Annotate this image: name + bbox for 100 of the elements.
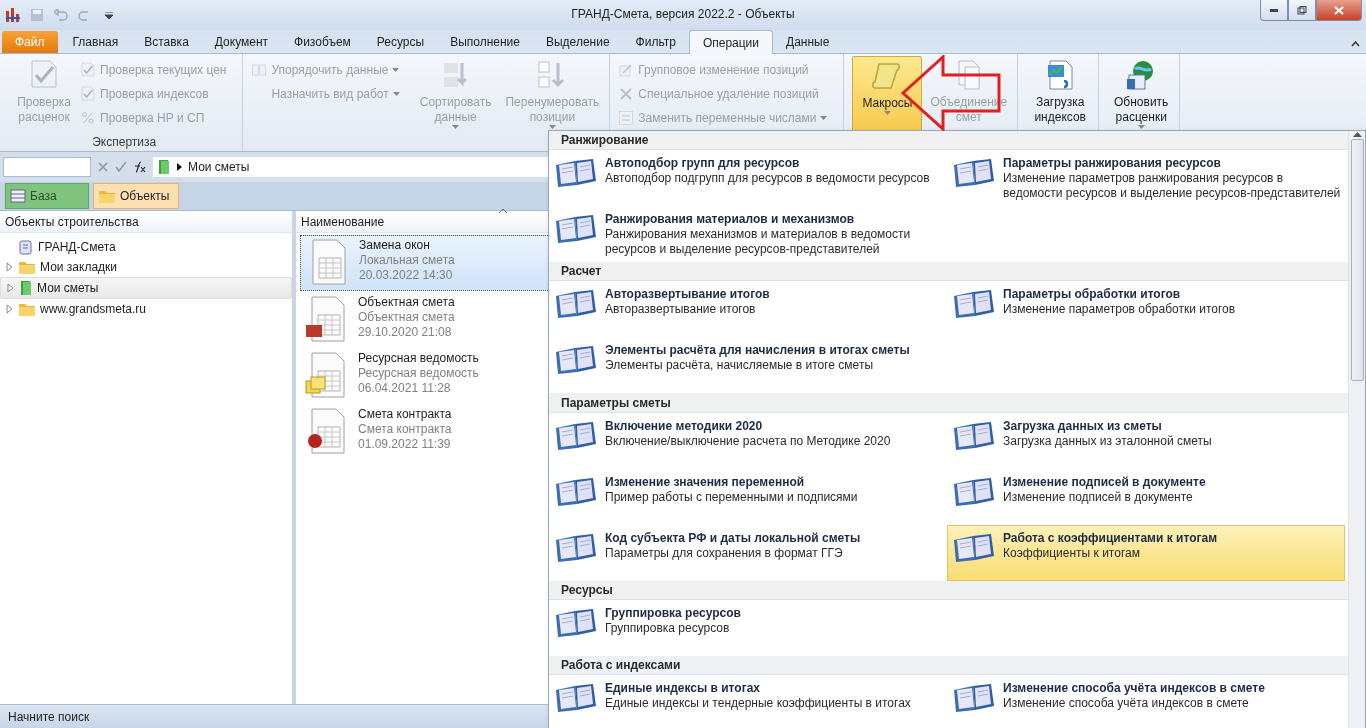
ribbon-tab[interactable]: Ресурсы	[363, 31, 438, 53]
dropdown-caret-icon	[820, 116, 828, 120]
estimate-type: Объектная смета	[358, 310, 455, 325]
menu-section-header: Ресурсы	[549, 580, 1348, 600]
expand-arrow-icon	[6, 304, 14, 314]
nav-tab[interactable]: База	[5, 183, 89, 209]
tree-item[interactable]: Мои закладки	[0, 257, 292, 277]
macro-item[interactable]: Группировка ресурсов Группировка ресурсов	[549, 599, 947, 656]
save-icon	[30, 8, 44, 22]
macro-item[interactable]: Загрузка данных из сметы Загрузка данных из эталонной сметы	[947, 412, 1345, 469]
dropdown-caret-icon	[392, 92, 400, 96]
menu-section-header: Расчет	[549, 262, 1348, 282]
expand-arrow-icon	[7, 283, 15, 293]
macro-item[interactable]: Включение методики 2020 Включение/выключение расчета по Методике 2020	[549, 412, 947, 469]
folder-icon	[18, 259, 36, 275]
percent-icon	[80, 110, 96, 126]
dropdown-caret-icon	[392, 68, 400, 72]
macro-item[interactable]: Изменение подписей в документе Изменение подписей в документе	[947, 468, 1345, 525]
macro-item[interactable]: Авторазвертывание итогов Авторазвертывание итогов	[549, 281, 947, 338]
sort-caret-icon	[498, 208, 508, 214]
breadcrumb-arrow-icon	[177, 163, 182, 171]
macro-item[interactable]: Изменение значения переменной Пример работы с переменными и подписями	[549, 468, 947, 525]
ribbon-tab[interactable]: Документ	[201, 31, 282, 53]
menu-section-header: Работа с индексами	[549, 655, 1348, 675]
estimate-date: 06.04.2021 11:28	[358, 381, 452, 396]
minimize-button[interactable]	[1260, 0, 1288, 21]
ribbon-tab[interactable]: Главная	[59, 31, 132, 53]
restore-icon	[1297, 5, 1307, 15]
estimate-item[interactable]: Замена окон Локальная смета 20.03.2022 14:30	[300, 235, 550, 291]
macro-item[interactable]: Ранжирования материалов и механизмов Ранжирования механизмов и материалов в ведомости ресурсов и выделение ресурсов-представителей	[549, 206, 947, 263]
app-logo-icon	[5, 7, 21, 23]
tree-item[interactable]: Мои сметы	[0, 277, 292, 299]
minimize-icon	[1270, 8, 1278, 12]
macro-item[interactable]: Единые индексы в итогах Единые индексы и тендерные коэффициенты в итогах	[549, 675, 947, 728]
estimate-title: Ресурсная ведомость	[358, 351, 479, 366]
window-title: ГРАНД-Смета, версия 2022.2 - Объекты	[571, 7, 795, 21]
dropdown-caret-icon	[452, 125, 460, 129]
check-document-icon	[80, 62, 96, 78]
number-table-icon	[618, 110, 635, 126]
macro-item[interactable]: Работа с коэффициентами к итогам Коэффициенты к итогам	[947, 524, 1345, 581]
status-text: Начните поиск	[8, 709, 90, 724]
estimate-item[interactable]: Ресурсная ведомость Ресурсная ведомость 06.04.2021 11:28	[300, 349, 548, 403]
macro-item[interactable]: Параметры обработки итогов Изменение параметров обработки итогов	[947, 281, 1345, 338]
dropdown-caret-icon	[883, 111, 891, 115]
estimate-item[interactable]: Объектная смета Объектная смета 29.10.2020 21:08	[300, 293, 548, 347]
close-icon	[1334, 5, 1344, 15]
estimate-item[interactable]: Смета контракта Смета контракта 01.09.2022 11:39	[300, 405, 548, 459]
scrollbar-thumb[interactable]	[1350, 139, 1364, 381]
database-icon	[18, 239, 34, 255]
estimate-date: 20.03.2022 14:30	[359, 268, 454, 283]
nav-tab[interactable]: Объекты	[93, 183, 179, 209]
ribbon-tab[interactable]: Фильтр	[622, 31, 689, 53]
macro-item[interactable]: Элементы расчёта для начисления в итогах сметы Элементы расчёта, начисляемые в итоге сметы	[549, 337, 947, 394]
tree-item[interactable]: www.grandsmeta.ru	[0, 299, 292, 319]
ribbon-tab[interactable]: Данные	[773, 31, 843, 53]
undo-icon	[54, 9, 68, 21]
database-icon	[10, 188, 26, 204]
estimate-type: Смета контракта	[358, 422, 452, 437]
ribbon-tab[interactable]: Физобъем	[281, 31, 364, 53]
menu-section-header: Параметры сметы	[549, 393, 1348, 413]
expand-arrow-icon	[6, 262, 14, 272]
tree-item[interactable]: ГРАНД-Смета	[0, 237, 292, 257]
macro-item[interactable]: Автоподбор групп для ресурсов Автоподбор подгрупп для ресурсов в ведомости ресурсов	[549, 150, 947, 207]
path-text: Мои сметы	[188, 160, 250, 174]
check-icon	[115, 161, 127, 173]
estimate-type: Локальная смета	[359, 253, 455, 268]
check-document-icon	[28, 59, 60, 91]
maximize-button[interactable]	[1288, 0, 1316, 21]
estimates-book-icon	[19, 280, 33, 296]
folder-icon	[18, 301, 36, 317]
cross-icon	[618, 86, 635, 102]
estimate-date: 29.10.2020 21:08	[358, 325, 453, 340]
name-field[interactable]	[3, 157, 91, 177]
undo-button[interactable]	[52, 6, 70, 24]
dropdown-caret-icon	[105, 11, 113, 19]
ribbon-tab[interactable]: Выделение	[533, 31, 623, 53]
sort-icon	[251, 62, 268, 78]
check-document-icon	[80, 86, 96, 102]
estimate-type: Ресурсная ведомость	[358, 366, 479, 381]
folder-icon	[98, 188, 116, 204]
ribbon-tab[interactable]: Вставка	[131, 31, 202, 53]
estimate-title: Объектная смета	[358, 295, 455, 310]
estimates-book-icon	[157, 159, 171, 175]
save-button[interactable]	[28, 6, 46, 24]
collapse-ribbon-icon	[1351, 41, 1360, 47]
macro-item[interactable]: Параметры ранжирования ресурсов Изменение параметров ранжирования ресурсов в ведомости ресурсов и выделение ресурсов-представителей	[947, 150, 1345, 207]
ribbon-tab[interactable]: Операции	[688, 30, 774, 54]
estimate-date: 01.09.2022 11:39	[358, 437, 452, 452]
menu-section-header: Ранжирование	[549, 131, 1348, 151]
cancel-icon	[97, 161, 109, 173]
macro-item[interactable]: Код субъекта РФ и даты локальной сметы Параметры для сохранения в формат ГГЭ	[549, 524, 947, 581]
estimate-title: Смета контракта	[358, 407, 452, 422]
function-icon	[133, 161, 147, 173]
scroll-up-icon	[1352, 131, 1362, 137]
estimate-title: Замена окон	[359, 238, 431, 253]
group-label: Экспертиза	[91, 135, 158, 151]
pencil-icon	[618, 62, 635, 78]
macro-item[interactable]: Изменение способа учёта индексов в смете Изменение способа учёта индексов в смете	[947, 675, 1345, 728]
ribbon-tab[interactable]: Выполнение	[437, 31, 533, 53]
close-button[interactable]	[1316, 0, 1362, 21]
